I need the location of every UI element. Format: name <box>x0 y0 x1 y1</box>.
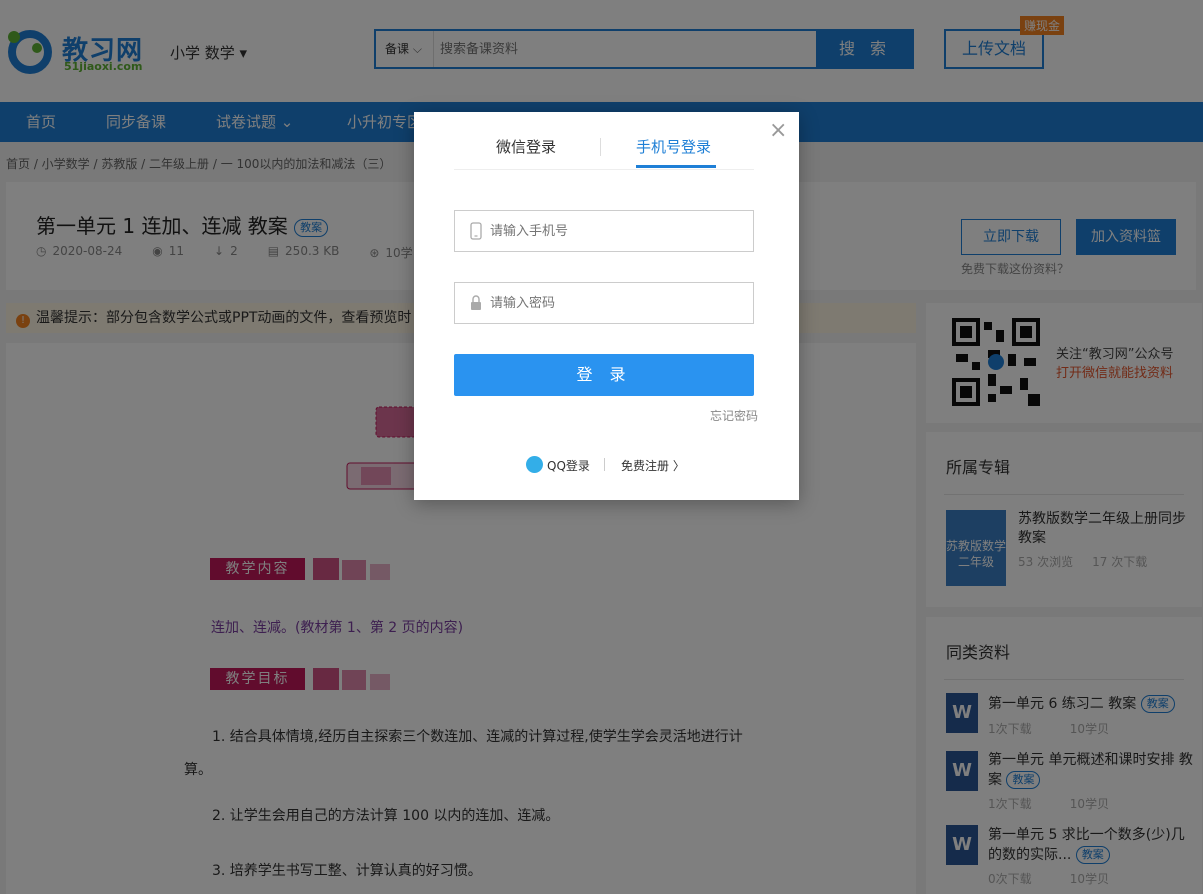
password-input[interactable] <box>490 283 740 323</box>
tab-separator <box>600 138 601 156</box>
active-tab-indicator <box>636 165 716 168</box>
lock-icon <box>471 295 481 310</box>
qq-icon[interactable] <box>526 456 543 473</box>
login-modal: × 微信登录 手机号登录 登 录 忘记密码 QQ登录 免费注册 〉 <box>414 112 799 500</box>
qq-login-link[interactable]: QQ登录 <box>547 457 590 474</box>
free-register-link[interactable]: 免费注册 〉 <box>621 457 685 474</box>
forgot-password-link[interactable]: 忘记密码 <box>710 407 758 424</box>
link-separator <box>604 458 605 471</box>
tab-phone-login[interactable]: 手机号登录 <box>636 136 711 157</box>
tab-wechat-login[interactable]: 微信登录 <box>496 136 556 157</box>
phone-icon <box>470 222 482 240</box>
password-field <box>454 282 754 324</box>
login-button[interactable]: 登 录 <box>454 354 754 396</box>
phone-field <box>454 210 754 252</box>
close-icon[interactable]: × <box>769 118 787 143</box>
tab-rule <box>454 169 754 170</box>
phone-input[interactable] <box>490 211 740 251</box>
